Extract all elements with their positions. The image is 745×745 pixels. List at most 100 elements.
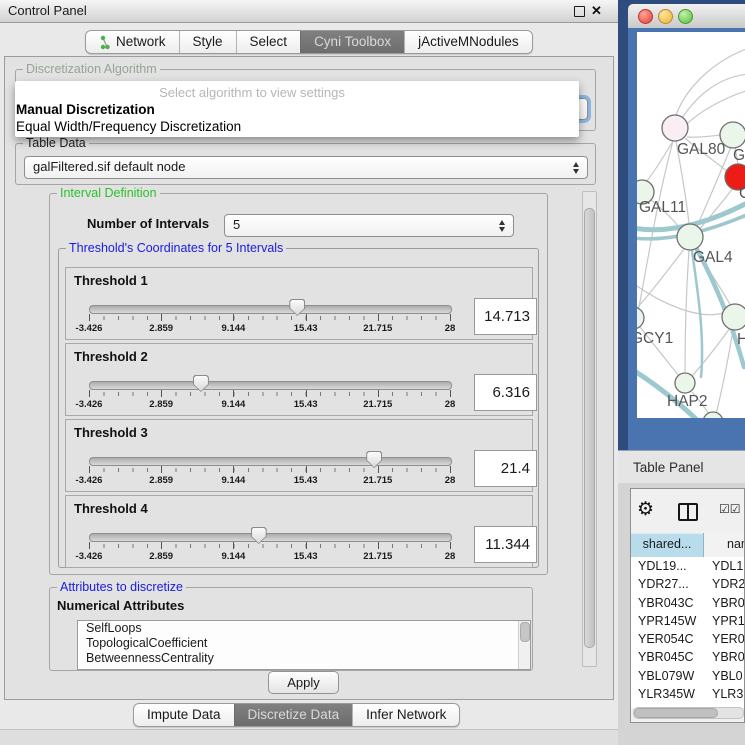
list-item[interactable]: TopologicalCoefficient xyxy=(78,636,530,651)
tick-label: 21.715 xyxy=(363,399,392,410)
main-vertical-scrollbar[interactable] xyxy=(582,191,597,667)
tick-label: 15.43 xyxy=(294,551,318,562)
table-horizontal-scrollbar[interactable] xyxy=(633,707,744,719)
control-panel-titlebar[interactable]: Control Panel ✕ xyxy=(0,0,618,23)
table-row[interactable]: YDR27...YDR2 xyxy=(631,575,744,593)
interval-definition-group: Interval Definition Number of Intervals … xyxy=(49,193,548,575)
tick-label: 21.715 xyxy=(363,323,392,334)
network-canvas[interactable]: GAL80G.CGAL11GAL4GCY1HHAP2 xyxy=(637,32,745,418)
tab-discretize-data[interactable]: Discretize Data xyxy=(234,704,353,726)
network-node[interactable] xyxy=(720,122,745,148)
network-node[interactable] xyxy=(637,307,644,329)
slider-tick-labels: -3.4262.8599.14415.4321.71528 xyxy=(89,551,450,563)
table-data-combobox[interactable]: galFiltered.sif default node xyxy=(24,156,588,179)
threshold-value-field[interactable]: 14.713 xyxy=(474,298,537,335)
columns-icon[interactable] xyxy=(678,503,698,521)
gear-icon[interactable]: ⚙ xyxy=(637,498,654,521)
table-row[interactable]: YPR145WYPR1 xyxy=(631,612,744,630)
combo-arrows-icon xyxy=(573,162,580,174)
cell-name: YLR3 xyxy=(703,685,744,703)
zoom-traffic-light-icon[interactable] xyxy=(678,9,693,24)
table-panel-titlebar[interactable]: Table Panel xyxy=(618,450,745,484)
list-item[interactable]: SelfLoops xyxy=(78,621,530,636)
number-of-intervals-combobox[interactable]: 5 xyxy=(224,214,514,237)
cell-name: YBL0 xyxy=(703,667,744,685)
network-edge xyxy=(637,284,723,315)
threshold-value-field[interactable]: 11.344 xyxy=(474,526,537,563)
table-panel-body: ⚙ ☑☑ shared... name YDL19...YDL1YDR27...… xyxy=(618,483,745,745)
threshold-panel-3: Threshold 3-3.4262.8599.14415.4321.71528… xyxy=(65,419,533,492)
number-of-intervals-value: 5 xyxy=(233,215,240,235)
tab-impute-data[interactable]: Impute Data xyxy=(134,704,234,726)
table-row[interactable]: YDL19...YDL1 xyxy=(631,557,744,575)
numerical-attributes-list[interactable]: SelfLoopsTopologicalCoefficientBetweenne… xyxy=(77,620,531,670)
list-item[interactable]: BetweennessCentrality xyxy=(78,651,530,666)
cell-shared-name: YER054C xyxy=(631,630,703,648)
cell-shared-name: YLR345W xyxy=(631,685,703,703)
major-tick xyxy=(233,314,234,321)
network-node[interactable] xyxy=(675,373,695,393)
cell-name: YDL1 xyxy=(703,557,744,575)
float-icon[interactable] xyxy=(574,6,585,17)
tab-infer-network[interactable]: Infer Network xyxy=(352,704,459,726)
table-row[interactable]: YER054CYER0 xyxy=(631,630,744,648)
major-tick xyxy=(450,390,451,397)
dropdown-item-manual-discretization[interactable]: Manual Discretization xyxy=(16,102,155,117)
threshold-value-field[interactable]: 6.316 xyxy=(474,374,537,411)
network-window-titlebar[interactable] xyxy=(628,4,745,29)
network-node-label: GAL4 xyxy=(693,249,733,266)
cell-name: YBR0 xyxy=(703,648,744,666)
dropdown-prompt: Select algorithm to view settings xyxy=(15,85,489,100)
scrollbar-thumb[interactable] xyxy=(520,622,530,642)
tab-style[interactable]: Style xyxy=(179,31,236,53)
close-icon[interactable]: ✕ xyxy=(591,0,602,22)
tab-select[interactable]: Select xyxy=(236,31,301,53)
network-node[interactable] xyxy=(722,304,745,330)
node-table-frame: ⚙ ☑☑ shared... name YDL19...YDL1YDR27...… xyxy=(630,488,745,723)
tab-jactivemnodules[interactable]: jActiveMNodules xyxy=(404,31,532,53)
network-node[interactable] xyxy=(703,412,723,418)
cell-shared-name: YBR043C xyxy=(631,594,703,612)
tab-network[interactable]: Network xyxy=(86,31,179,53)
table-row[interactable]: YBR045CYBR0 xyxy=(631,648,744,666)
threshold-value-field[interactable]: 21.4 xyxy=(474,450,537,487)
dropdown-item-equal-width-frequency[interactable]: Equal Width/Frequency Discretization xyxy=(16,119,241,134)
checkboxes-icon[interactable]: ☑☑ xyxy=(719,502,741,516)
cell-shared-name: YBR045C xyxy=(631,648,703,666)
network-node-label: HAP2 xyxy=(667,393,708,410)
app-root: Control Panel ✕ NetworkStyleSelectCyni T… xyxy=(0,0,745,745)
threshold-label: Threshold 1 xyxy=(74,273,148,288)
slider-tick-labels: -3.4262.8599.14415.4321.71528 xyxy=(89,475,450,487)
table-rows: YDL19...YDL1YDR27...YDR2YBR043CYBR0YPR14… xyxy=(631,557,744,708)
control-panel-window: Control Panel ✕ NetworkStyleSelectCyni T… xyxy=(0,0,619,745)
major-tick xyxy=(89,466,90,473)
slider-major-ticks xyxy=(89,314,450,322)
list-scrollbar[interactable] xyxy=(518,621,530,669)
table-row[interactable]: YLR345WYLR3 xyxy=(631,685,744,703)
network-node[interactable] xyxy=(662,115,688,141)
tick-label: 15.43 xyxy=(294,475,318,486)
table-row[interactable]: YBL079WYBL0 xyxy=(631,667,744,685)
close-traffic-light-icon[interactable] xyxy=(638,9,653,24)
apply-button[interactable]: Apply xyxy=(268,671,339,694)
column-header-name[interactable]: name xyxy=(704,533,744,557)
major-tick xyxy=(161,542,162,549)
major-tick xyxy=(450,542,451,549)
minimize-traffic-light-icon[interactable] xyxy=(658,9,673,24)
major-tick xyxy=(450,314,451,321)
tab-cyni-toolbox[interactable]: Cyni Toolbox xyxy=(300,31,404,53)
cell-shared-name: YPR145W xyxy=(631,612,703,630)
group-title: Table Data xyxy=(23,136,89,150)
network-node[interactable] xyxy=(677,224,703,250)
cell-name: YPR1 xyxy=(703,612,744,630)
table-row[interactable]: YBR043CYBR0 xyxy=(631,594,744,612)
table-panel-title: Table Panel xyxy=(633,451,704,484)
slider-major-ticks xyxy=(89,466,450,474)
scrollbar-thumb[interactable] xyxy=(584,208,595,648)
window-title: Control Panel xyxy=(8,0,87,22)
tick-label: -3.426 xyxy=(76,551,103,562)
tick-label: 15.43 xyxy=(294,323,318,334)
cell-shared-name: YBL079W xyxy=(631,667,703,685)
column-header-shared-name[interactable]: shared... xyxy=(631,533,704,557)
scrollbar-thumb[interactable] xyxy=(634,708,718,718)
